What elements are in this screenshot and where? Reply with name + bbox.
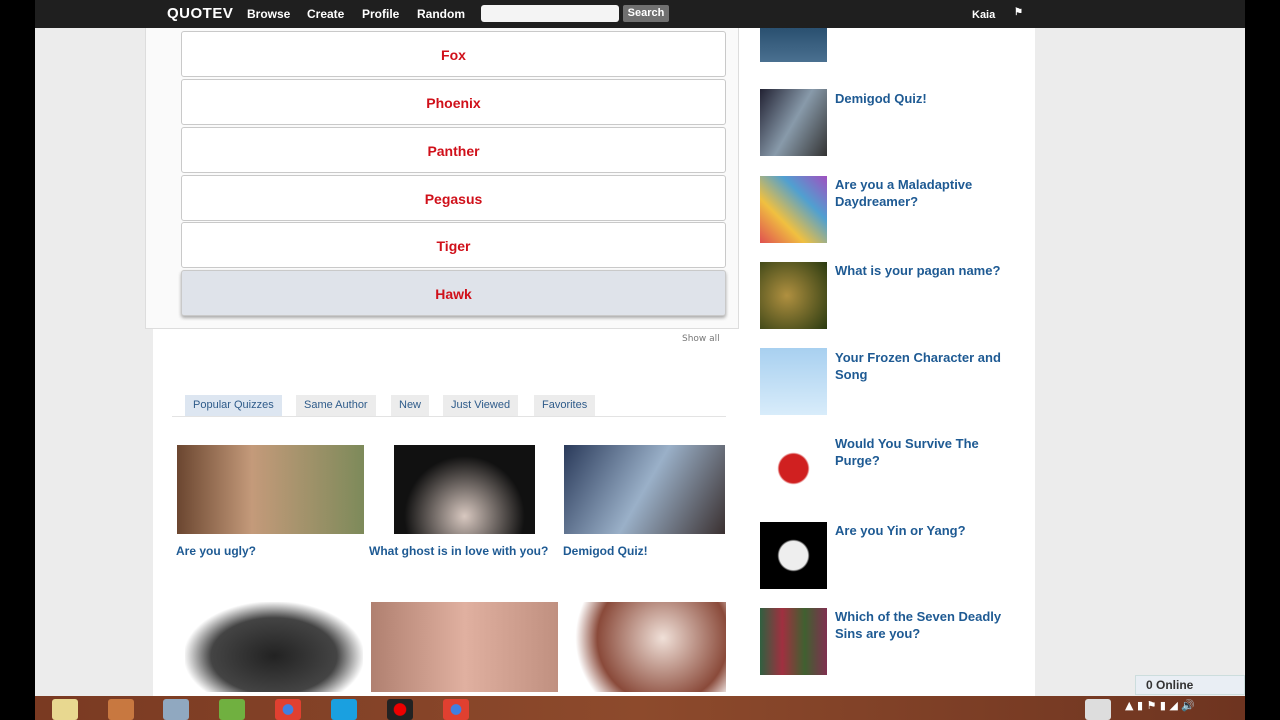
option-pegasus[interactable]: Pegasus — [181, 175, 726, 221]
sidebar-thumbnail[interactable] — [760, 176, 827, 243]
sidebar-quiz-link[interactable]: What is your pagan name? — [835, 262, 1025, 279]
logo[interactable]: QUOTEV — [167, 5, 233, 22]
divider — [172, 416, 726, 417]
sidebar-quiz-link[interactable]: Would You Survive The Purge? — [835, 435, 1025, 469]
sidebar-thumbnail[interactable] — [760, 608, 827, 675]
sidebar-quiz-link[interactable]: Your Frozen Character and Song — [835, 349, 1025, 383]
letterbox-right — [1245, 0, 1280, 720]
explorer-icon[interactable] — [52, 699, 78, 720]
tab-same-author[interactable]: Same Author — [296, 395, 376, 416]
sidebar-thumbnail[interactable] — [760, 348, 827, 415]
show-all-link[interactable]: Show all — [682, 334, 720, 344]
tab-popular-quizzes[interactable]: Popular Quizzes — [185, 395, 282, 416]
taskbar: ▲ ▮ ⚑ ▮ ◢ 🔊 — [35, 696, 1245, 720]
flag-icon[interactable]: ⚑ — [1014, 7, 1023, 18]
tab-favorites[interactable]: Favorites — [534, 395, 596, 416]
search-button[interactable]: Search — [623, 5, 669, 22]
yin-yang-thumbnail[interactable] — [760, 522, 827, 589]
keyboard-icon[interactable] — [1085, 699, 1111, 720]
option-fox[interactable]: Fox — [181, 31, 726, 77]
search-input[interactable] — [481, 5, 619, 22]
quiz-thumbnail[interactable] — [564, 445, 725, 534]
system-tray[interactable]: ▲ ▮ ⚑ ▮ ◢ 🔊 — [1125, 699, 1235, 720]
nav-create[interactable]: Create — [307, 7, 344, 21]
option-tiger[interactable]: Tiger — [181, 222, 726, 268]
sidebar-thumbnail[interactable] — [760, 28, 827, 62]
option-panther[interactable]: Panther — [181, 127, 726, 173]
quiz-link[interactable]: Are you ugly? — [176, 544, 256, 558]
quiz-thumbnail[interactable] — [568, 602, 726, 692]
paint-icon[interactable] — [163, 699, 189, 720]
sidebar-quiz-link[interactable]: Demigod Quiz! — [835, 90, 1025, 107]
nav-profile[interactable]: Profile — [362, 7, 399, 21]
top-navbar: QUOTEV Browse Create Profile Random Sear… — [35, 0, 1245, 28]
option-hawk[interactable]: Hawk — [181, 270, 726, 316]
sidebar-quiz-link[interactable]: Are you a Maladaptive Daydreamer? — [835, 176, 1025, 210]
app-icon[interactable] — [108, 699, 134, 720]
sidebar-quiz-link[interactable]: Are you Yin or Yang? — [835, 522, 1025, 539]
tab-just-viewed[interactable]: Just Viewed — [443, 395, 519, 416]
sidebar-thumbnail[interactable] — [760, 89, 827, 156]
skype-icon[interactable] — [331, 699, 357, 720]
quiz-thumbnail[interactable] — [185, 602, 363, 692]
sidebar-thumbnail[interactable] — [760, 435, 827, 502]
recorder-icon[interactable] — [387, 699, 413, 720]
letterbox-left — [0, 0, 35, 720]
chrome-icon[interactable] — [443, 699, 469, 720]
quiz-link[interactable]: Demigod Quiz! — [563, 544, 648, 558]
sidebar-quiz-link[interactable]: Which of the Seven Deadly Sins are you? — [835, 608, 1025, 642]
online-count[interactable]: 0 Online — [1135, 675, 1245, 695]
quiz-thumbnail[interactable] — [371, 602, 558, 692]
user-name[interactable]: Kaia — [972, 9, 995, 21]
app-icon[interactable] — [219, 699, 245, 720]
sidebar-thumbnail[interactable] — [760, 262, 827, 329]
tab-new[interactable]: New — [391, 395, 430, 416]
quiz-thumbnail[interactable] — [177, 445, 364, 534]
nav-random[interactable]: Random — [417, 7, 465, 21]
quiz-link[interactable]: What ghost is in love with you? — [369, 544, 548, 558]
chrome-icon[interactable] — [275, 699, 301, 720]
quiz-thumbnail[interactable] — [394, 445, 535, 534]
option-phoenix[interactable]: Phoenix — [181, 79, 726, 125]
nav-browse[interactable]: Browse — [247, 7, 290, 21]
